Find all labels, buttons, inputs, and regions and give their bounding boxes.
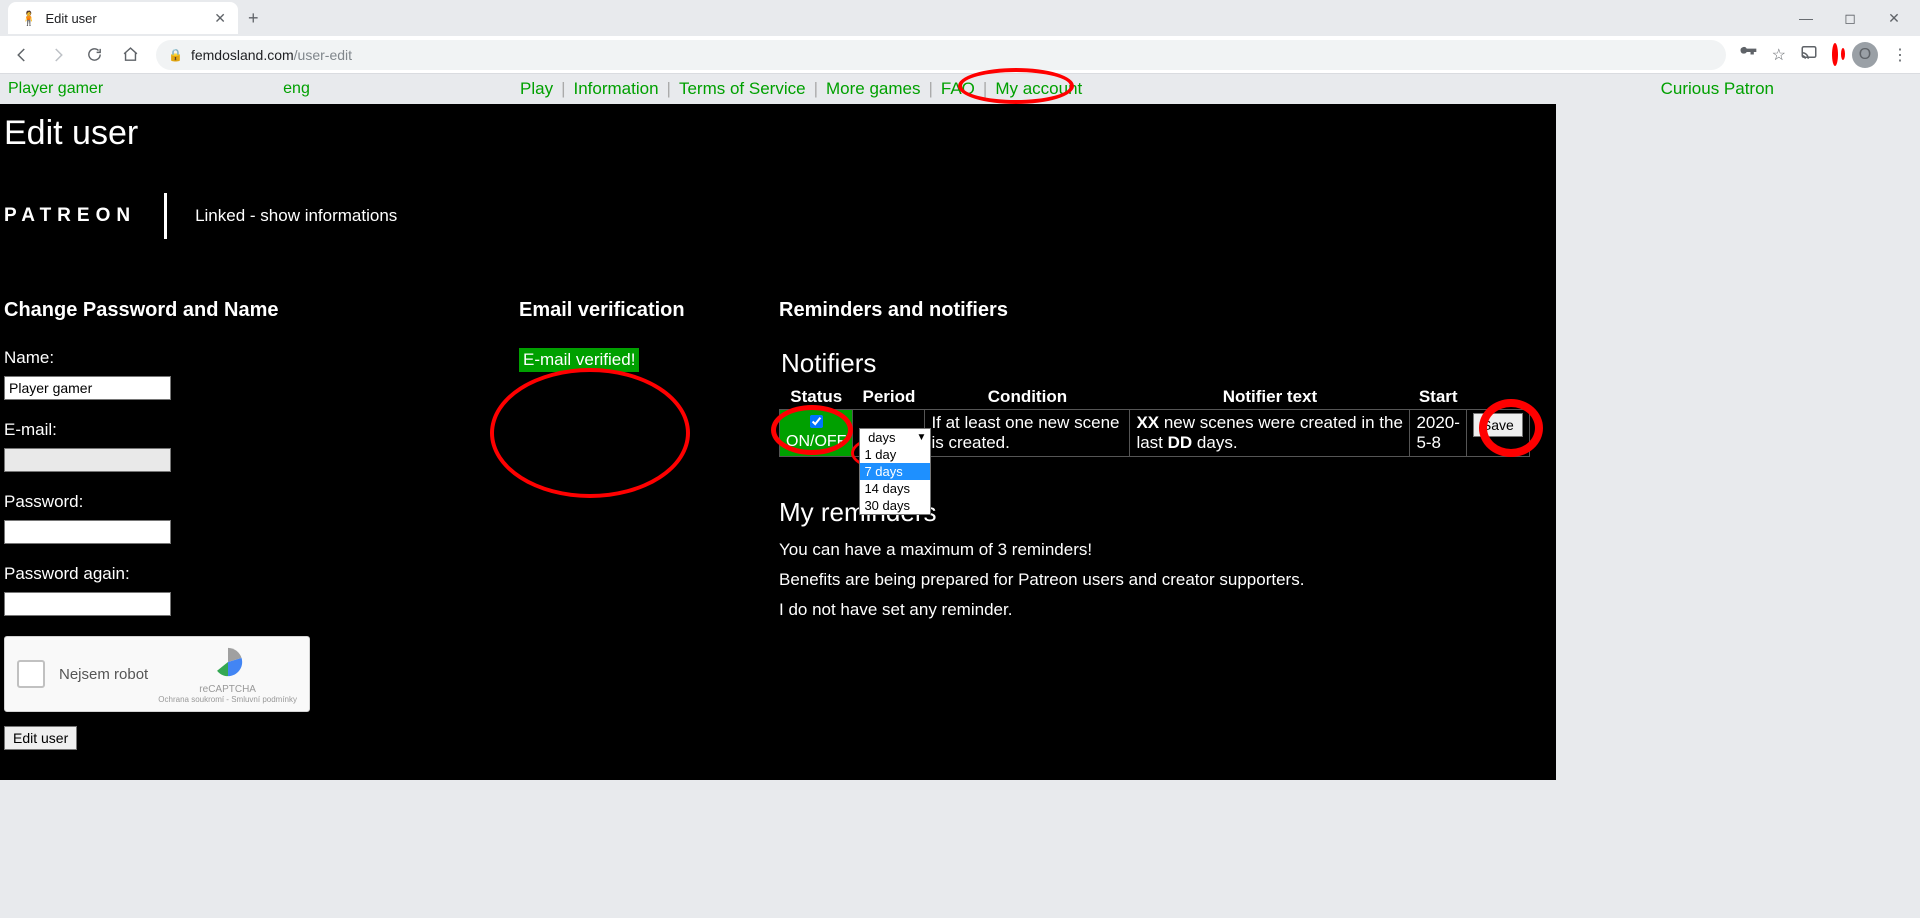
nav-faq[interactable]: FAQ (941, 79, 975, 99)
th-status: Status (780, 385, 853, 410)
status-cell[interactable]: ON/OFF (780, 410, 853, 457)
period-dropdown-open[interactable]: days▼ 1 day 7 days 14 days 30 days (859, 428, 931, 515)
close-tab-icon[interactable]: ✕ (214, 10, 226, 27)
email-verified-badge: E-mail verified! (519, 348, 639, 372)
th-period: Period (853, 385, 925, 410)
lock-icon: 🔒 (168, 48, 183, 62)
period-option[interactable]: 14 days (860, 480, 930, 497)
tab-title: Edit user (45, 11, 96, 26)
page-body: Edit user PATREON Linked - show informat… (0, 104, 1556, 780)
cast-icon[interactable] (1800, 43, 1818, 66)
th-condition: Condition (925, 385, 1130, 410)
chevron-down-icon: ▼ (917, 432, 927, 443)
period-option[interactable]: 1 day (860, 446, 930, 463)
status-checkbox[interactable] (810, 415, 823, 428)
nav-curious-patron[interactable]: Curious Patron (1661, 79, 1774, 98)
reminders-line-3: I do not have set any reminder. (779, 600, 1552, 620)
browser-toolbar: 🔒 femdosland.com/user-edit ☆ O ⋮ (0, 36, 1920, 74)
password-input[interactable] (4, 520, 171, 544)
reload-button[interactable] (80, 41, 108, 69)
reminders-section: Reminders and notifiers Notifiers Status… (779, 299, 1552, 750)
nav-information[interactable]: Information (574, 79, 659, 99)
maximize-icon[interactable]: ◻ (1840, 10, 1860, 27)
recaptcha-label: Nejsem robot (59, 666, 148, 683)
section-title-reminders: Reminders and notifiers (779, 299, 1552, 322)
period-option-selected[interactable]: 7 days (860, 463, 930, 480)
new-tab-button[interactable]: + (248, 8, 259, 29)
name-label: Name: (4, 348, 519, 368)
password-again-input[interactable] (4, 592, 171, 616)
section-title-change-password: Change Password and Name (4, 299, 519, 322)
edit-user-button[interactable]: Edit user (4, 726, 77, 750)
recaptcha-widget[interactable]: Nejsem robot reCAPTCHA Ochrana soukromí … (4, 636, 310, 712)
notifiers-heading: Notifiers (781, 348, 1552, 379)
profile-avatar[interactable]: O (1852, 42, 1878, 68)
close-window-icon[interactable]: ✕ (1884, 10, 1904, 27)
nav-center: Play| Information| Terms of Service| Mor… (520, 79, 1082, 99)
recaptcha-logo: reCAPTCHA Ochrana soukromí - Smluvní pod… (158, 645, 297, 704)
password-again-label: Password again: (4, 564, 519, 584)
patreon-row: PATREON Linked - show informations (4, 193, 1552, 239)
th-notifier-text: Notifier text (1130, 385, 1410, 410)
patreon-logo: PATREON (4, 205, 136, 227)
browser-tab[interactable]: 🧍 Edit user ✕ (8, 2, 238, 34)
email-input[interactable] (4, 448, 171, 472)
password-label: Password: (4, 492, 519, 512)
nav-lang[interactable]: eng (283, 80, 310, 98)
home-button[interactable] (116, 41, 144, 69)
key-icon[interactable] (1738, 42, 1758, 67)
browser-chrome: 🧍 Edit user ✕ + ― ◻ ✕ 🔒 femdosland.com/u… (0, 0, 1920, 74)
favicon: 🧍 (20, 10, 37, 27)
nav-more-games[interactable]: More games (826, 79, 920, 99)
email-label: E-mail: (4, 420, 519, 440)
start-cell: 2020-5-8 (1410, 410, 1466, 457)
recaptcha-checkbox[interactable] (17, 660, 45, 688)
reminders-line-1: You can have a maximum of 3 reminders! (779, 540, 1552, 560)
address-bar[interactable]: 🔒 femdosland.com/user-edit (156, 40, 1726, 70)
email-verification-section: Email verification E-mail verified! (519, 299, 779, 750)
table-header-row: Status Period Condition Notifier text St… (780, 385, 1530, 410)
th-start: Start (1410, 385, 1466, 410)
reminders-line-2: Benefits are being prepared for Patreon … (779, 570, 1552, 590)
change-password-section: Change Password and Name Name: E-mail: P… (4, 299, 519, 750)
forward-button[interactable] (44, 41, 72, 69)
page-title: Edit user (4, 114, 1552, 153)
divider (164, 193, 167, 239)
table-row: ON/OFF days▼ 1 day 7 days 14 days 30 day… (780, 410, 1530, 457)
status-label: ON/OFF (786, 433, 846, 451)
menu-icon[interactable]: ⋮ (1892, 45, 1908, 65)
name-input[interactable] (4, 376, 171, 400)
nav-tos[interactable]: Terms of Service (679, 79, 806, 99)
notifier-text-cell: XX new scenes were created in the last D… (1130, 410, 1410, 457)
notifiers-table: Status Period Condition Notifier text St… (779, 385, 1530, 457)
nav-play[interactable]: Play (520, 79, 553, 99)
star-icon[interactable]: ☆ (1772, 45, 1786, 65)
back-button[interactable] (8, 41, 36, 69)
opera-extension-icon[interactable] (1832, 46, 1838, 64)
period-option[interactable]: 30 days (860, 497, 930, 514)
url-path: /user-edit (294, 47, 352, 63)
nav-my-account[interactable]: My account (995, 79, 1082, 99)
condition-cell: If at least one new scene is created. (925, 410, 1130, 457)
tab-strip: 🧍 Edit user ✕ + ― ◻ ✕ (0, 0, 1920, 36)
patreon-link[interactable]: Linked - show informations (195, 206, 397, 226)
window-controls: ― ◻ ✕ (1796, 10, 1920, 27)
minimize-icon[interactable]: ― (1796, 10, 1816, 27)
section-title-email-verification: Email verification (519, 299, 779, 322)
nav-player[interactable]: Player gamer (8, 80, 103, 98)
site-header: Player gamer eng Play| Information| Term… (0, 74, 1920, 104)
url-host: femdosland.com (191, 47, 294, 63)
save-button[interactable]: Save (1473, 413, 1523, 437)
